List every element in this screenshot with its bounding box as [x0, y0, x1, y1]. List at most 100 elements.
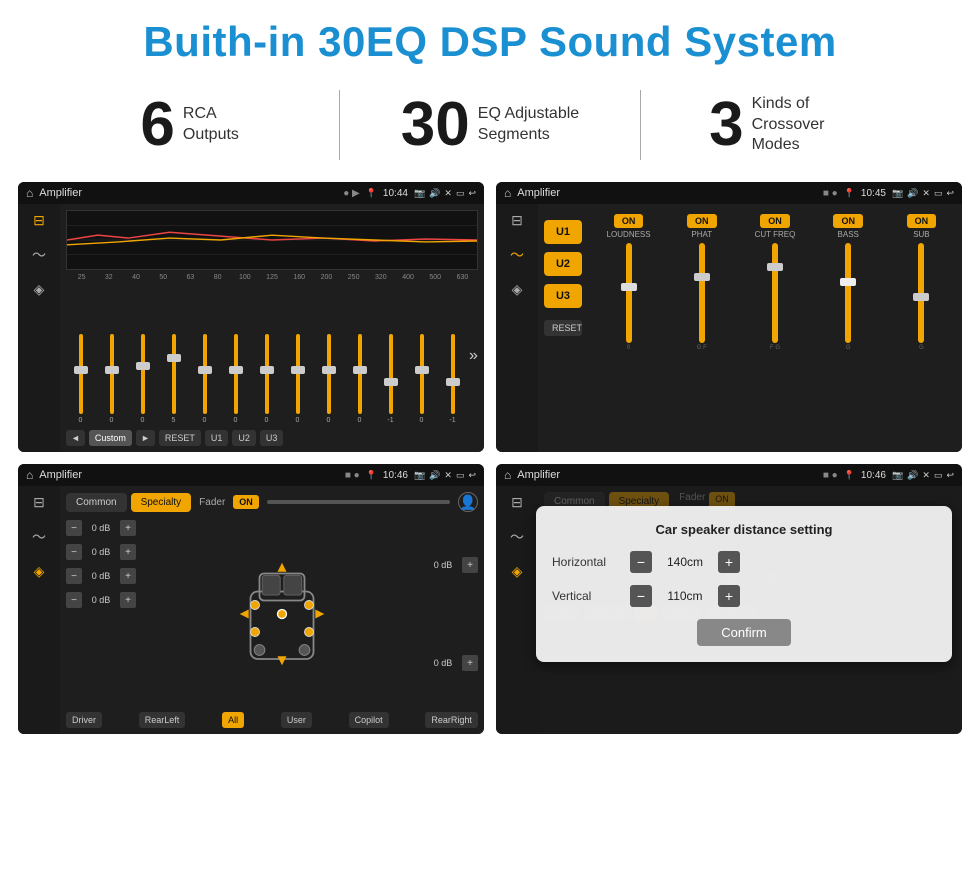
sp-common-tab[interactable]: Common [66, 493, 127, 512]
slider-10[interactable]: 0 [345, 334, 374, 424]
sp-time: 10:46 [383, 470, 408, 481]
eq-sidebar-icon-equalizer[interactable]: ⊟ [33, 212, 45, 229]
slider-val-9: 0 [327, 417, 331, 424]
sp-vol4-minus[interactable]: − [66, 592, 82, 608]
eq-screen-title: Amplifier [39, 187, 337, 199]
slider-2[interactable]: 0 [97, 334, 126, 424]
cx-bass-col: ON BASS G [814, 214, 883, 446]
sp-vol4-plus[interactable]: + [120, 592, 136, 608]
sp-x-icon: ✕ [444, 470, 452, 481]
cx-sidebar-eq-icon[interactable]: ⊟ [511, 212, 523, 229]
sp-vol3-plus[interactable]: + [120, 568, 136, 584]
sp-vol-icon: 🔊 [429, 470, 440, 481]
sp-main-area: Common Specialty Fader ON 👤 − 0 dB [60, 486, 484, 734]
slider-val-3: 0 [141, 417, 145, 424]
distance-screen-frame: ⌂ Amplifier ■ ● 📍 10:46 📷 🔊 ✕ ▭ ↩ ⊟ 〜 ◈ [496, 464, 962, 734]
slider-11[interactable]: -1 [376, 334, 405, 424]
slider-track-6 [234, 334, 238, 414]
cx-channels: ON LOUDNESS 0 ON PHAT [594, 210, 956, 446]
cx-win-icon: ▭ [934, 188, 943, 199]
slider-6[interactable]: 0 [221, 334, 250, 424]
horizontal-row: Horizontal − 140cm + [552, 551, 936, 573]
freq-160: 160 [286, 274, 313, 281]
sp-fader-on-btn[interactable]: ON [233, 495, 259, 509]
cx-reset-btn[interactable]: RESET [544, 320, 582, 336]
cx-u2-btn[interactable]: U2 [544, 252, 582, 276]
slider-8[interactable]: 0 [283, 334, 312, 424]
slider-5[interactable]: 0 [190, 334, 219, 424]
cx-u3-btn[interactable]: U3 [544, 284, 582, 308]
confirm-button[interactable]: Confirm [697, 619, 791, 646]
sp-vol-row-4: − 0 dB + [66, 592, 136, 608]
sp-back-icon: ↩ [468, 470, 476, 481]
sp-vol1-minus[interactable]: − [66, 520, 82, 536]
eq-status-dots: ● ▶ [343, 188, 360, 199]
vertical-minus-btn[interactable]: − [630, 585, 652, 607]
sp-all-btn[interactable]: All [222, 712, 244, 728]
eq-sidebar-icon-speaker[interactable]: ◈ [34, 281, 45, 298]
distance-overlay: Car speaker distance setting Horizontal … [536, 506, 952, 662]
cx-u1-btn[interactable]: U1 [544, 220, 582, 244]
slider-9[interactable]: 0 [314, 334, 343, 424]
cx-cutfreq-on[interactable]: ON [760, 214, 790, 228]
sp-sidebar-spk-icon[interactable]: ◈ [34, 563, 45, 580]
cx-loudness-track[interactable] [626, 243, 632, 343]
eq-u2-btn[interactable]: U2 [232, 430, 256, 446]
eq-u1-btn[interactable]: U1 [205, 430, 229, 446]
sp-vol2-plus[interactable]: + [120, 544, 136, 560]
slider-3[interactable]: 0 [128, 334, 157, 424]
dist-bg-eq-icon: ⊟ [511, 494, 523, 511]
cx-sub-track[interactable] [918, 243, 924, 343]
cx-loudness-on[interactable]: ON [614, 214, 644, 228]
sp-right-vol2-plus[interactable]: + [462, 655, 478, 671]
sp-vol2-minus[interactable]: − [66, 544, 82, 560]
sp-user-icon: 👤 [458, 492, 478, 512]
eq-sidebar-icon-wave[interactable]: 〜 [32, 245, 46, 265]
sp-rearright-btn[interactable]: RearRight [425, 712, 478, 728]
slider-13[interactable]: -1 [438, 334, 467, 424]
sp-driver-btn[interactable]: Driver [66, 712, 102, 728]
eq-camera-icon: 📷 [414, 188, 425, 199]
cx-phat-on[interactable]: ON [687, 214, 717, 228]
eq-reset-btn[interactable]: RESET [159, 430, 201, 446]
eq-screen-frame: ⌂ Amplifier ● ▶ 📍 10:44 📷 🔊 ✕ ▭ ↩ ⊟ 〜 ◈ [18, 182, 484, 452]
sp-specialty-tab[interactable]: Specialty [131, 493, 192, 512]
sp-right-vol2-val: 0 dB [428, 658, 458, 668]
cx-bass-on[interactable]: ON [833, 214, 863, 228]
cx-phat-track[interactable] [699, 243, 705, 343]
sp-right-vol1-val: 0 dB [428, 560, 458, 570]
sp-right-vol1-plus[interactable]: + [462, 557, 478, 573]
cx-cutfreq-track[interactable] [772, 243, 778, 343]
sp-user-btn[interactable]: User [281, 712, 312, 728]
sp-vol3-minus[interactable]: − [66, 568, 82, 584]
eq-u3-btn[interactable]: U3 [260, 430, 284, 446]
slider-track-8 [296, 334, 300, 414]
slider-1[interactable]: 0 [66, 334, 95, 424]
slider-12[interactable]: 0 [407, 334, 436, 424]
horizontal-plus-btn[interactable]: + [718, 551, 740, 573]
slider-4[interactable]: 5 [159, 334, 188, 424]
cx-sub-label: SUB [913, 230, 929, 239]
sp-vol1-plus[interactable]: + [120, 520, 136, 536]
eq-play-btn[interactable]: ► [136, 430, 155, 446]
cx-sub-on[interactable]: ON [907, 214, 937, 228]
cx-sidebar-wave-icon[interactable]: 〜 [510, 245, 524, 265]
sp-copilot-btn[interactable]: Copilot [349, 712, 389, 728]
slider-7[interactable]: 0 [252, 334, 281, 424]
sp-rearleft-btn[interactable]: RearLeft [139, 712, 186, 728]
sp-right-vol-2: 0 dB + [428, 655, 478, 671]
sp-status-bar: ⌂ Amplifier ■ ● 📍 10:46 📷 🔊 ✕ ▭ ↩ [18, 464, 484, 486]
sp-sidebar-wave-icon[interactable]: 〜 [32, 527, 46, 547]
vertical-plus-btn[interactable]: + [718, 585, 740, 607]
cx-bass-track[interactable] [845, 243, 851, 343]
cx-sidebar-spk-icon[interactable]: ◈ [512, 281, 523, 298]
dist-bg-sidebar: ⊟ 〜 ◈ [496, 486, 538, 734]
sp-car-diagram [140, 520, 424, 708]
slider-next-icon[interactable]: » [469, 347, 478, 365]
page-title: Buith-in 30EQ DSP Sound System [20, 18, 960, 66]
sp-sidebar-eq-icon[interactable]: ⊟ [33, 494, 45, 511]
sp-fader-track[interactable] [267, 500, 450, 504]
eq-prev-btn[interactable]: ◄ [66, 430, 85, 446]
sp-content: ⊟ 〜 ◈ Common Specialty Fader ON 👤 [18, 486, 484, 734]
horizontal-minus-btn[interactable]: − [630, 551, 652, 573]
